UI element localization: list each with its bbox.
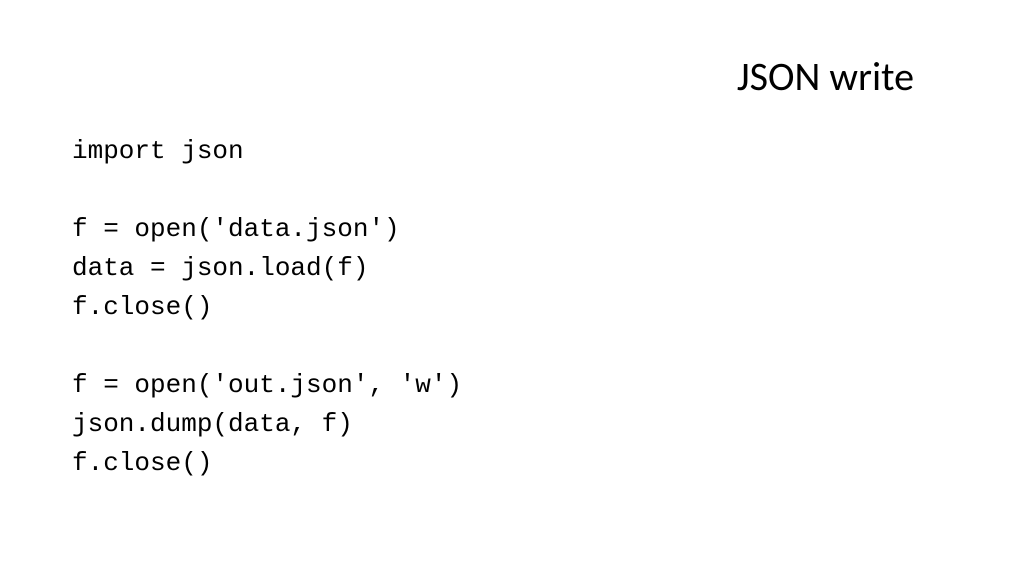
code-block: import json f = open('data.json') data =… [72, 132, 462, 483]
slide-title: JSON write [737, 52, 914, 101]
